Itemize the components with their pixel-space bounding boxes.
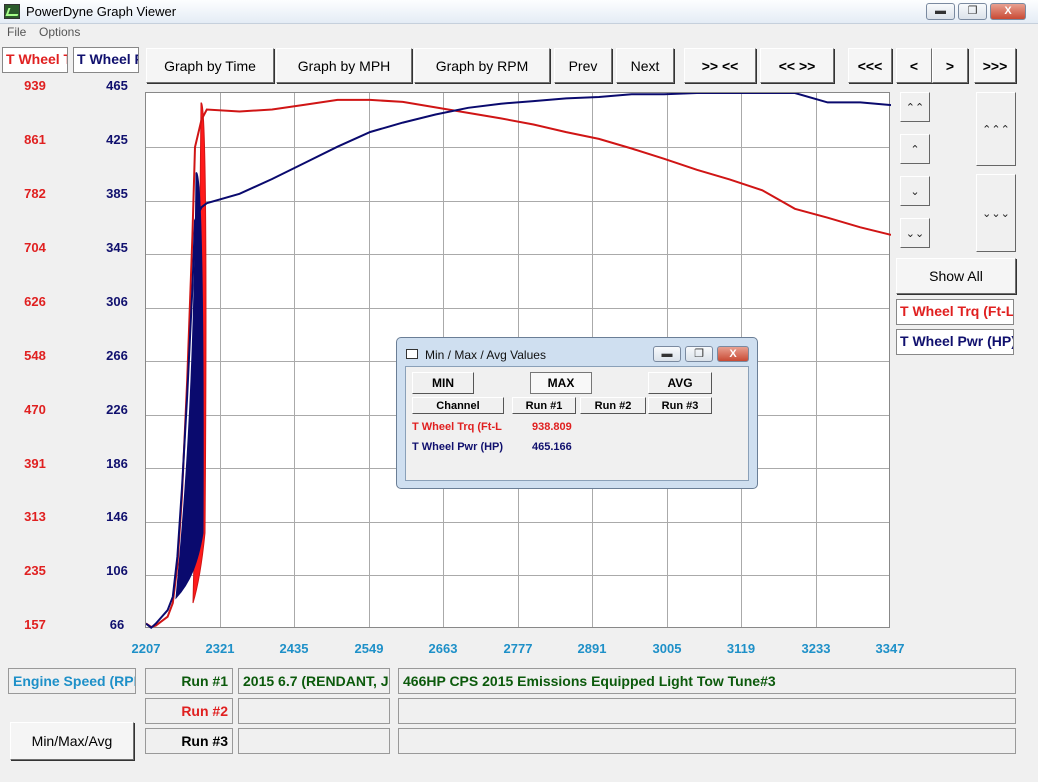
y-power-tick: 306	[106, 294, 128, 309]
y-left-tick: 235	[24, 563, 46, 578]
y-power-tick: 186	[106, 456, 128, 471]
dialog-body: MIN MAX AVG Channel Run #1 Run #2 Run #3…	[405, 366, 749, 481]
scroll-top-button[interactable]: ⌃⌃	[900, 92, 930, 122]
run2-description-field[interactable]	[398, 698, 1016, 724]
page-down-button[interactable]: ⌄⌄⌄	[976, 174, 1016, 252]
title-bar: PowerDyne Graph Viewer ▬ ❐ X	[0, 0, 1038, 24]
window-icon	[406, 349, 418, 359]
y-power-tick: 146	[106, 509, 128, 524]
y-left-tick: 704	[24, 240, 46, 255]
scroll-bottom-button[interactable]: ⌄⌄	[900, 218, 930, 248]
run1-vehicle-field[interactable]: 2015 6.7 (RENDANT, J	[238, 668, 390, 694]
dialog-title: Min / Max / Avg Values	[425, 348, 546, 362]
y-power-tick: 345	[106, 240, 128, 255]
y-left-tick: 861	[24, 132, 46, 147]
y-left-tick: 391	[24, 456, 46, 471]
y-left-tick: 313	[24, 509, 46, 524]
zoom-out-button[interactable]: << >>	[760, 48, 834, 83]
x-tick: 2321	[205, 641, 235, 656]
scroll-left-button[interactable]: <	[896, 48, 932, 83]
dialog-row-channel: T Wheel Trq (Ft-L	[412, 421, 502, 433]
next-button[interactable]: Next	[616, 48, 674, 83]
menu-file[interactable]: File	[7, 25, 26, 39]
run2-label: Run #2	[145, 698, 233, 724]
dialog-close-button[interactable]: X	[717, 346, 749, 362]
run3-vehicle-field[interactable]	[238, 728, 390, 754]
dialog-row-run1-value: 465.166	[532, 441, 572, 453]
y-power-tick: 425	[106, 132, 128, 147]
scroll-far-right-button[interactable]: >>>	[974, 48, 1016, 83]
y-power-tick: 226	[106, 402, 128, 417]
x-tick: 2435	[279, 641, 309, 656]
y-left-tick: 548	[24, 348, 46, 363]
scroll-down-button[interactable]: ⌄	[900, 176, 930, 206]
page-up-button[interactable]: ⌃⌃⌃	[976, 92, 1016, 166]
window-title: PowerDyne Graph Viewer	[26, 4, 177, 19]
scroll-up-button[interactable]: ⌃	[900, 134, 930, 164]
y-left-tick: 782	[24, 186, 46, 201]
tab-channel-power[interactable]: T Wheel Pwr (HP)	[73, 47, 139, 73]
graph-by-time-button[interactable]: Graph by Time	[146, 48, 274, 83]
dialog-row-channel: T Wheel Pwr (HP)	[412, 441, 504, 453]
minimize-button[interactable]: ▬	[926, 3, 955, 20]
menu-options[interactable]: Options	[39, 25, 80, 39]
max-button[interactable]: MAX	[530, 372, 592, 394]
min-max-avg-dialog: Min / Max / Avg Values ▬ ❐ X MIN MAX AVG…	[396, 337, 758, 489]
dialog-minimize-button[interactable]: ▬	[653, 346, 681, 362]
tab-channel-torque[interactable]: T Wheel Trq (Ft-Lbs)	[2, 47, 68, 73]
y-power-tick: 106	[106, 563, 128, 578]
x-tick: 2207	[131, 641, 161, 656]
dialog-row-run1-value: 938.809	[532, 421, 572, 433]
run2-header[interactable]: Run #2	[580, 397, 646, 414]
min-button[interactable]: MIN	[412, 372, 474, 394]
x-tick: 3005	[652, 641, 682, 656]
maximize-button[interactable]: ❐	[958, 3, 987, 20]
scroll-far-left-button[interactable]: <<<	[848, 48, 892, 83]
y-power-tick: 385	[106, 186, 128, 201]
x-tick: 2777	[503, 641, 533, 656]
legend-torque[interactable]: T Wheel Trq (Ft-Lbs)	[896, 299, 1014, 325]
dialog-maximize-button[interactable]: ❐	[685, 346, 713, 362]
graph-by-mph-button[interactable]: Graph by MPH	[276, 48, 412, 83]
y-left-tick: 157	[24, 617, 46, 632]
legend-power[interactable]: T Wheel Pwr (HP)	[896, 329, 1014, 355]
x-tick: 3233	[801, 641, 831, 656]
y-power-tick: 66	[109, 617, 125, 632]
run3-label: Run #3	[145, 728, 233, 754]
show-all-button[interactable]: Show All	[896, 258, 1016, 294]
y-left-tick: 939	[24, 78, 46, 93]
close-button[interactable]: X	[990, 3, 1026, 20]
x-tick: 3347	[875, 641, 905, 656]
x-tick: 2663	[428, 641, 458, 656]
x-tick: 3119	[726, 641, 756, 656]
channel-header[interactable]: Channel	[412, 397, 504, 414]
run2-vehicle-field[interactable]	[238, 698, 390, 724]
avg-button[interactable]: AVG	[648, 372, 712, 394]
run1-header[interactable]: Run #1	[512, 397, 576, 414]
x-tick: 2549	[354, 641, 384, 656]
prev-button[interactable]: Prev	[554, 48, 612, 83]
run1-label: Run #1	[145, 668, 233, 694]
zoom-in-button[interactable]: >> <<	[684, 48, 756, 83]
run3-description-field[interactable]	[398, 728, 1016, 754]
y-left-tick: 626	[24, 294, 46, 309]
y-power-tick: 266	[106, 348, 128, 363]
menu-bar: File Options	[0, 24, 1038, 42]
graph-by-rpm-button[interactable]: Graph by RPM	[414, 48, 550, 83]
run3-header[interactable]: Run #3	[648, 397, 712, 414]
scroll-right-button[interactable]: >	[932, 48, 968, 83]
y-power-tick: 465	[106, 78, 128, 93]
x-channel-field[interactable]: Engine Speed (RPM)	[8, 668, 136, 694]
app-graph-icon	[4, 4, 20, 19]
y-left-tick: 470	[24, 402, 46, 417]
x-tick: 2891	[577, 641, 607, 656]
run1-description-field[interactable]: 466HP CPS 2015 Emissions Equipped Light …	[398, 668, 1016, 694]
min-max-avg-button[interactable]: Min/Max/Avg	[10, 722, 134, 760]
